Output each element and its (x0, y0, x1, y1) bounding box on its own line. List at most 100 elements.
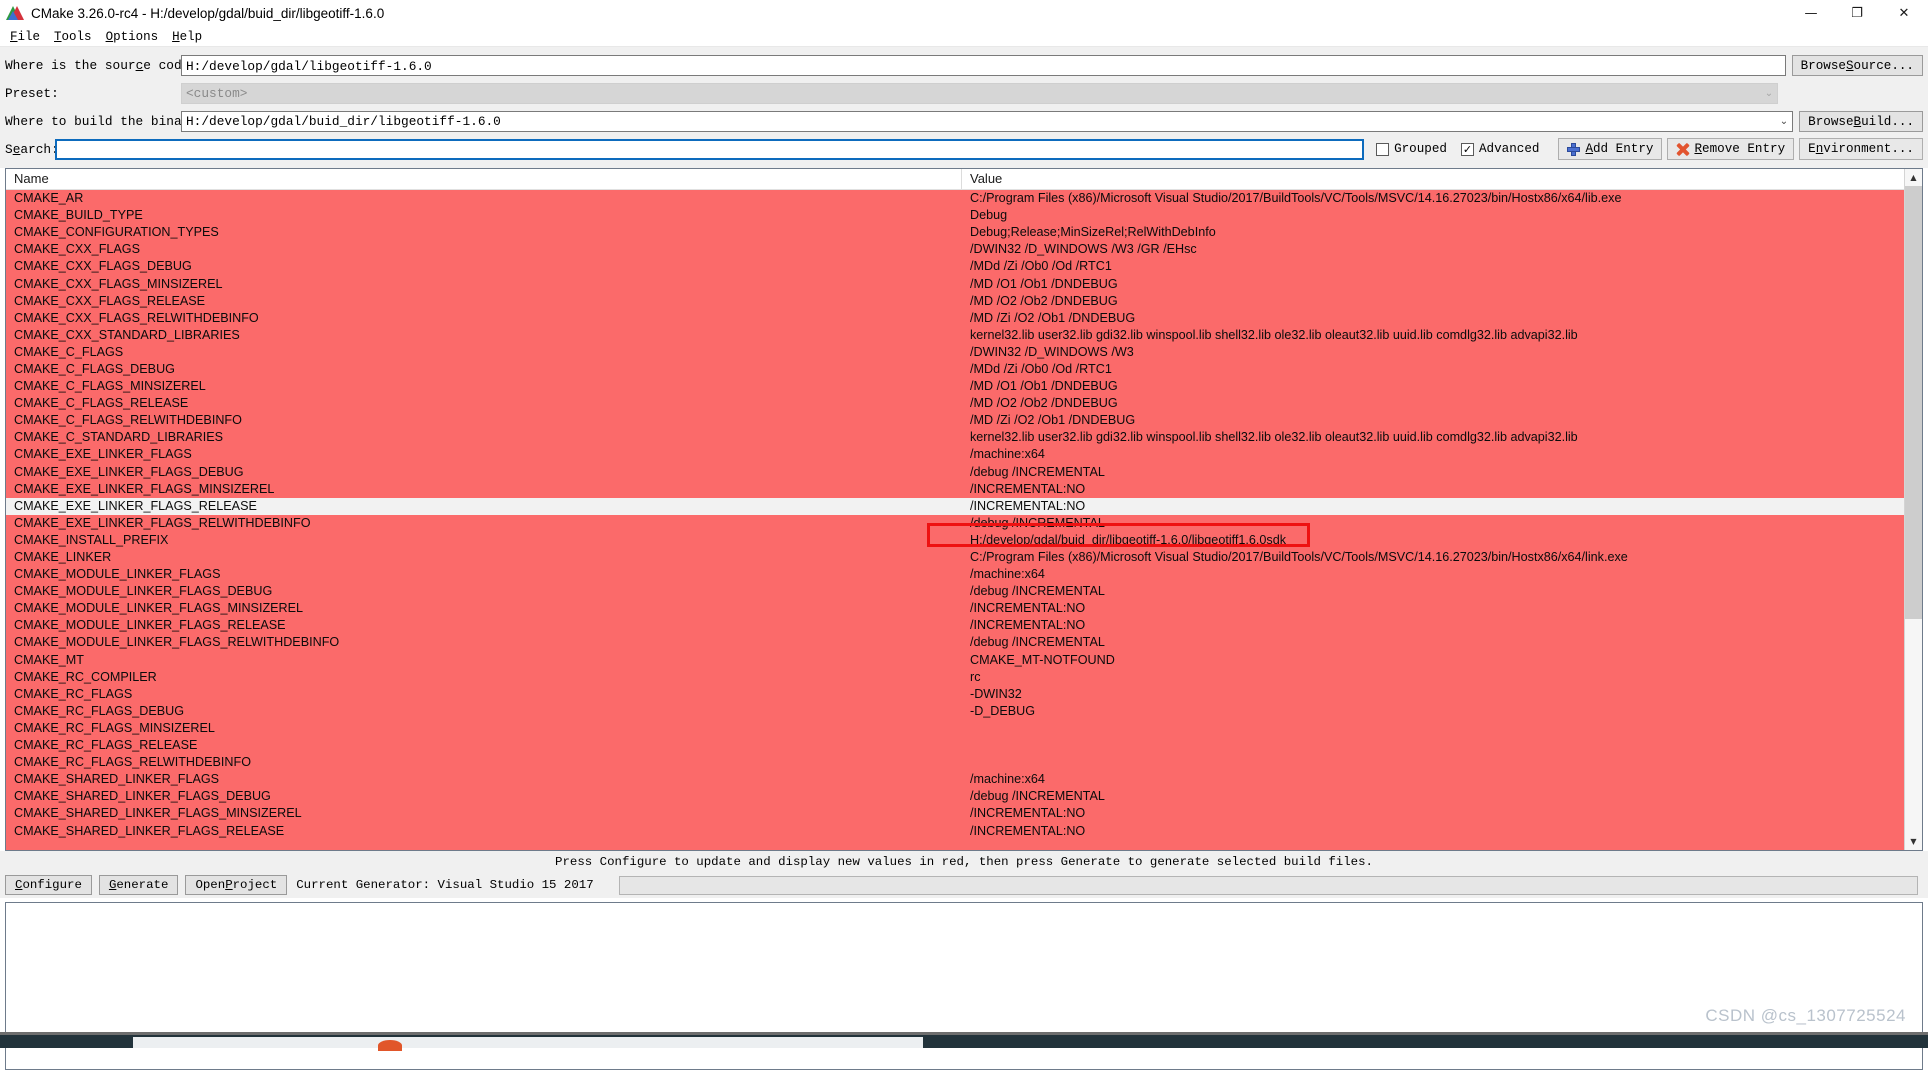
table-row[interactable]: CMAKE_AR C:/Program Files (x86)/Microsoft… (6, 190, 1904, 208)
cell-value[interactable]: H:/develop/gdal/buid_dir/libgeotiff-1.6.… (962, 532, 1904, 549)
cell-name[interactable]: CMAKE_RC_FLAGS (6, 686, 962, 703)
table-row[interactable]: CMAKE_SHARED_LINKER_FLAGS_RELEASE/INCREM… (6, 822, 1904, 840)
cell-name[interactable]: CMAKE_C_FLAGS_DEBUG (6, 361, 962, 378)
cell-value[interactable]: /MD /O2 /Ob2 /DNDEBUG (962, 293, 1904, 310)
cell-name[interactable]: CMAKE_RC_FLAGS_RELEASE (6, 737, 962, 754)
menu-item-help[interactable]: Help (168, 30, 212, 44)
cell-name[interactable]: CMAKE_C_STANDARD_LIBRARIES (6, 429, 962, 446)
cell-name[interactable]: CMAKE_CXX_FLAGS_RELEASE (6, 293, 962, 310)
cell-name[interactable]: CMAKE_C_FLAGS_MINSIZEREL (6, 378, 962, 395)
cell-value[interactable]: /debug /INCREMENTAL (962, 634, 1904, 651)
table-row[interactable]: CMAKE_SHARED_LINKER_FLAGS/machine:x64 (6, 771, 1904, 789)
menu-item-tools[interactable]: Tools (50, 30, 102, 44)
grouped-checkbox-box[interactable] (1376, 142, 1390, 156)
cell-value[interactable]: /INCREMENTAL:NO (962, 498, 1904, 515)
cell-name[interactable]: CMAKE_CXX_STANDARD_LIBRARIES (6, 327, 962, 344)
cell-value[interactable]: /MD /Zi /O2 /Ob1 /DNDEBUG (962, 310, 1904, 327)
cell-value[interactable]: /debug /INCREMENTAL (962, 583, 1904, 600)
table-row[interactable]: CMAKE_CXX_FLAGS/DWIN32 /D_WINDOWS /W3 /G… (6, 241, 1904, 259)
cell-name[interactable]: CMAKE_MODULE_LINKER_FLAGS_RELEASE (6, 617, 962, 634)
table-row[interactable]: CMAKE_CONFIGURATION_TYPES Debug;Release;M… (6, 224, 1904, 242)
table-row[interactable]: CMAKE_CXX_FLAGS_RELWITHDEBINFO/MD /Zi /O… (6, 309, 1904, 327)
cell-value[interactable]: /MD /O1 /Ob1 /DNDEBUG (962, 378, 1904, 395)
cell-name[interactable]: CMAKE_SHARED_LINKER_FLAGS_MINSIZEREL (6, 805, 962, 822)
table-row[interactable]: CMAKE_C_FLAGS_RELEASE/MD /O2 /Ob2 /DNDEB… (6, 395, 1904, 413)
advanced-checkbox[interactable]: ✓ Advanced (1460, 142, 1539, 156)
cell-name[interactable]: CMAKE_SHARED_LINKER_FLAGS_RELEASE (6, 823, 962, 840)
cell-value[interactable]: /DWIN32 /D_WINDOWS /W3 /GR /EHsc (962, 241, 1904, 258)
table-row[interactable]: CMAKE_SHARED_LINKER_FLAGS_MINSIZEREL/INC… (6, 805, 1904, 823)
table-row[interactable]: CMAKE_SHARED_LINKER_FLAGS_DEBUG/debug /I… (6, 788, 1904, 806)
cell-name[interactable]: CMAKE_AR (6, 190, 962, 207)
table-row[interactable]: CMAKE_MODULE_LINKER_FLAGS_RELWITHDEBINFO… (6, 634, 1904, 652)
environment-button[interactable]: En vironment... (1799, 138, 1923, 160)
column-header-name[interactable]: Name (6, 169, 962, 189)
cell-value[interactable]: CMAKE_MT-NOTFOUND (962, 652, 1904, 669)
chevron-down-icon[interactable]: ⌄ (1774, 112, 1788, 131)
cell-name[interactable]: CMAKE_EXE_LINKER_FLAGS_MINSIZEREL (6, 481, 962, 498)
configure-button[interactable]: Configure (5, 875, 92, 895)
cell-name[interactable]: CMAKE_RC_FLAGS_DEBUG (6, 703, 962, 720)
scroll-up-arrow-icon[interactable]: ▲ (1905, 169, 1922, 186)
cell-name[interactable]: CMAKE_C_FLAGS_RELEASE (6, 395, 962, 412)
table-row[interactable]: CMAKE_RC_FLAGS_RELEASE (6, 737, 1904, 755)
cell-value[interactable]: /machine:x64 (962, 771, 1904, 788)
cell-value[interactable]: /machine:x64 (962, 446, 1904, 463)
taskbar-window-preview[interactable] (133, 1037, 923, 1051)
cell-value[interactable]: /MD /O1 /Ob1 /DNDEBUG (962, 276, 1904, 293)
cell-value[interactable]: /MDd /Zi /Ob0 /Od /RTC1 (962, 258, 1904, 275)
cell-name[interactable]: CMAKE_CXX_FLAGS_DEBUG (6, 258, 962, 275)
cell-name[interactable]: CMAKE_CXX_FLAGS (6, 241, 962, 258)
table-row[interactable]: CMAKE_MODULE_LINKER_FLAGS_DEBUG/debug /I… (6, 583, 1904, 601)
cell-name[interactable]: CMAKE_BUILD_TYPE (6, 207, 962, 224)
cell-value[interactable]: kernel32.lib user32.lib gdi32.lib winspo… (962, 429, 1904, 446)
table-row[interactable]: CMAKE_CXX_STANDARD_LIBRARIES kernel32.lib… (6, 326, 1904, 344)
table-row[interactable]: CMAKE_MODULE_LINKER_FLAGS/machine:x64 (6, 566, 1904, 584)
table-vertical-scrollbar[interactable]: ▲ ▼ (1904, 169, 1922, 850)
cell-value[interactable]: /MD /O2 /Ob2 /DNDEBUG (962, 395, 1904, 412)
build-path-input[interactable]: H:/develop/gdal/buid_dir/libgeotiff-1.6.… (181, 111, 1794, 132)
table-row[interactable]: CMAKE_C_FLAGS/DWIN32 /D_WINDOWS /W3 (6, 343, 1904, 361)
cell-value[interactable]: /INCREMENTAL:NO (962, 600, 1904, 617)
table-row[interactable]: CMAKE_EXE_LINKER_FLAGS_DEBUG/debug /INCR… (6, 463, 1904, 481)
cell-name[interactable]: CMAKE_SHARED_LINKER_FLAGS_DEBUG (6, 788, 962, 805)
cell-value[interactable]: /INCREMENTAL:NO (962, 805, 1904, 822)
grouped-checkbox[interactable]: Grouped (1376, 142, 1447, 156)
maximize-icon[interactable]: ❐ (1834, 0, 1880, 26)
cell-value[interactable]: /INCREMENTAL:NO (962, 481, 1904, 498)
cell-value[interactable]: /debug /INCREMENTAL (962, 788, 1904, 805)
table-row[interactable]: CMAKE_MODULE_LINKER_FLAGS_MINSIZEREL/INC… (6, 600, 1904, 618)
close-icon[interactable]: ✕ (1880, 0, 1928, 26)
menu-item-options[interactable]: Options (102, 30, 169, 44)
source-path-input[interactable]: H:/develop/gdal/libgeotiff-1.6.0 (181, 55, 1786, 76)
table-row[interactable]: CMAKE_C_FLAGS_RELWITHDEBINFO/MD /Zi /O2 … (6, 412, 1904, 430)
cell-name[interactable]: CMAKE_CXX_FLAGS_MINSIZEREL (6, 276, 962, 293)
cell-value[interactable]: /INCREMENTAL:NO (962, 617, 1904, 634)
cell-name[interactable]: CMAKE_C_FLAGS (6, 344, 962, 361)
cell-value[interactable]: /debug /INCREMENTAL (962, 464, 1904, 481)
cell-value[interactable]: C:/Program Files (x86)/Microsoft Visual … (962, 549, 1904, 566)
menu-item-file[interactable]: File (6, 30, 50, 44)
cell-value[interactable]: /INCREMENTAL:NO (962, 823, 1904, 840)
search-input[interactable] (55, 138, 1365, 160)
cell-name[interactable]: CMAKE_MODULE_LINKER_FLAGS_RELWITHDEBINFO (6, 634, 962, 651)
scrollbar-track[interactable] (1905, 186, 1922, 833)
table-row[interactable]: CMAKE_EXE_LINKER_FLAGS_RELWITHDEBINFO/de… (6, 514, 1904, 532)
cell-value[interactable]: -DWIN32 (962, 686, 1904, 703)
table-row[interactable]: CMAKE_RC_FLAGS -DWIN32 (6, 685, 1904, 703)
table-row[interactable]: CMAKE_LINKER C:/Program Files (x86)/Micro… (6, 548, 1904, 567)
table-row[interactable]: CMAKE_RC_COMPILER rc (6, 668, 1904, 686)
table-row[interactable]: CMAKE_CXX_FLAGS_MINSIZEREL/MD /O1 /Ob1 /… (6, 275, 1904, 293)
cell-value[interactable]: kernel32.lib user32.lib gdi32.lib winspo… (962, 327, 1904, 344)
cell-name[interactable]: CMAKE_INSTALL_PREFIX (6, 532, 962, 549)
advanced-checkbox-box[interactable]: ✓ (1460, 142, 1474, 156)
cell-value[interactable]: C:/Program Files (x86)/Microsoft Visual … (962, 190, 1904, 207)
cell-value[interactable]: /DWIN32 /D_WINDOWS /W3 (962, 344, 1904, 361)
table-row[interactable]: CMAKE_C_FLAGS_MINSIZEREL/MD /O1 /Ob1 /DN… (6, 378, 1904, 396)
cell-name[interactable]: CMAKE_RC_FLAGS_RELWITHDEBINFO (6, 754, 962, 771)
scroll-down-arrow-icon[interactable]: ▼ (1905, 833, 1922, 850)
cell-name[interactable]: CMAKE_MT (6, 652, 962, 669)
table-row[interactable]: CMAKE_EXE_LINKER_FLAGS/machine:x64 (6, 446, 1904, 464)
table-row[interactable]: CMAKE_MODULE_LINKER_FLAGS_RELEASE/INCREM… (6, 617, 1904, 635)
open-project-button[interactable]: Open Project (185, 875, 288, 895)
